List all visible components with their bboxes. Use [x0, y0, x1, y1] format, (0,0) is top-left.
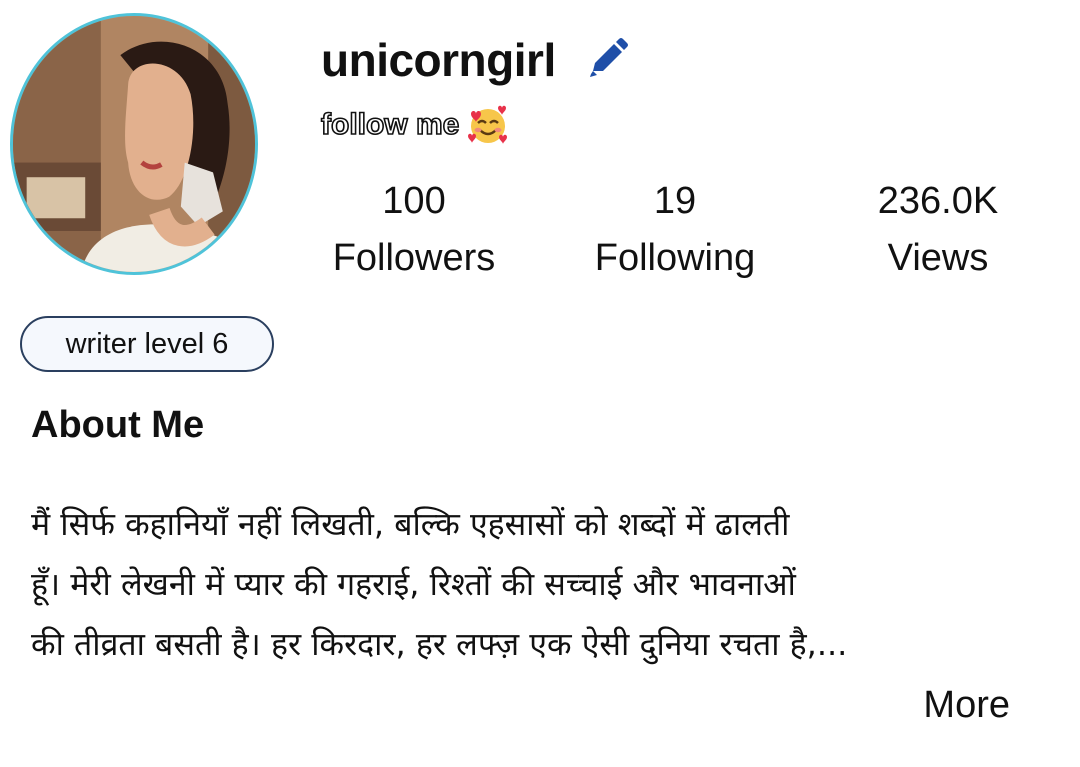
avatar[interactable] [10, 13, 258, 275]
views-label: Views [887, 237, 989, 279]
bio-row: follow me [320, 102, 509, 148]
profile-page: unicorngirl follow me 100 Followers 19 F… [0, 0, 1080, 767]
username-row: unicorngirl [321, 28, 630, 92]
about-line: हूँ। मेरी लेखनी में प्यार की गहराई, रिश्… [31, 565, 796, 603]
about-me-heading: About Me [31, 404, 205, 446]
writer-level-badge[interactable]: writer level 6 [20, 316, 274, 372]
following-label: Following [594, 237, 756, 279]
views-count: 236.0K [877, 180, 999, 222]
following-stat[interactable]: 19 Following [585, 180, 765, 280]
smiling-face-with-hearts-icon [467, 104, 509, 146]
about-me-text: मैं सिर्फ कहानियाँ नहीं लिखती, बल्कि एहस… [31, 494, 1051, 674]
username: unicorngirl [321, 34, 556, 86]
following-count: 19 [653, 180, 697, 222]
badge-label: writer level 6 [65, 327, 229, 360]
views-stat: 236.0K Views [865, 180, 1011, 280]
more-link[interactable]: More [923, 684, 1010, 727]
followers-stat[interactable]: 100 Followers [326, 180, 502, 280]
followers-count: 100 [382, 180, 446, 222]
followers-label: Followers [332, 237, 496, 279]
pencil-edit-icon[interactable] [586, 38, 630, 82]
about-line: मैं सिर्फ कहानियाँ नहीं लिखती, बल्कि एहस… [31, 505, 790, 543]
about-line: की तीव्रता बसती है। हर किरदार, हर लफ्ज़ … [31, 625, 848, 663]
bio-text: follow me [320, 107, 460, 142]
